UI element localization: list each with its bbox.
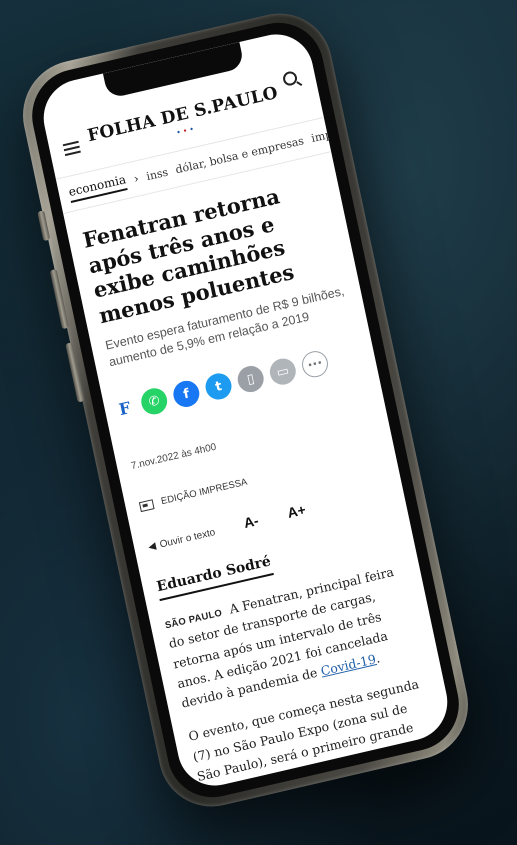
- nav-item-economia[interactable]: economia: [67, 172, 129, 203]
- whatsapp-icon[interactable]: ✆: [138, 385, 170, 418]
- listen-button[interactable]: Ouvir o texto: [159, 527, 217, 551]
- font-increase-button[interactable]: A+: [286, 501, 307, 521]
- newspaper-icon: [138, 498, 155, 512]
- nav-item-inss[interactable]: inss: [145, 165, 169, 183]
- print-icon[interactable]: ▭: [267, 356, 299, 388]
- more-options-icon[interactable]: ···: [299, 348, 331, 381]
- bookmark-icon[interactable]: ▯: [235, 363, 267, 395]
- font-decrease-button[interactable]: A-: [242, 512, 260, 531]
- chevron-right-icon: ›: [132, 171, 141, 187]
- folha-f-icon[interactable]: F: [117, 397, 137, 419]
- facebook-icon[interactable]: f: [171, 378, 202, 410]
- print-edition-label: EDIÇÃO IMPRESSA: [160, 476, 249, 508]
- twitter-icon[interactable]: t: [203, 371, 234, 403]
- background-scene: FOLHA DE S.PAULO ••• economia › inss dól…: [0, 0, 517, 845]
- article-content: Fenatran retorna após três anos e exibe …: [63, 152, 454, 793]
- smartphone: FOLHA DE S.PAULO ••• economia › inss dól…: [13, 2, 478, 818]
- logo-dot-blue-2: •: [188, 124, 197, 135]
- speaker-icon[interactable]: ◀: [147, 541, 157, 553]
